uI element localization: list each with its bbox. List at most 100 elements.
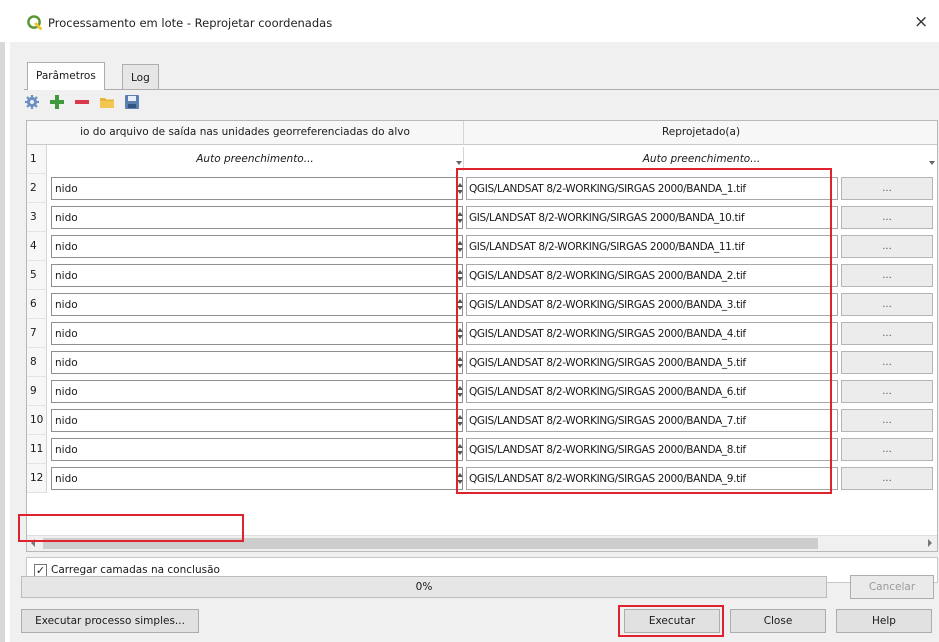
browse-output-button[interactable]: ... (841, 351, 933, 374)
chevron-down-icon[interactable] (929, 161, 935, 165)
autofill-reprojected[interactable]: Auto preenchimento... (464, 147, 937, 171)
resolution-input[interactable]: nido (51, 467, 463, 490)
gear-icon[interactable] (24, 94, 40, 110)
output-path-field[interactable]: QGIS/LANDSAT 8/2-WORKING/SIRGAS 2000/BAN… (466, 438, 838, 461)
tab-log[interactable]: Log (122, 64, 159, 90)
run-single-process-button[interactable]: Executar processo simples... (21, 609, 199, 633)
spinbox-arrows-icon[interactable] (455, 380, 464, 403)
row-number: 9 (27, 377, 47, 406)
autofill-resolution[interactable]: Auto preenchimento... (47, 147, 464, 171)
output-path-field[interactable]: QGIS/LANDSAT 8/2-WORKING/SIRGAS 2000/BAN… (466, 467, 838, 490)
browse-output-button[interactable]: ... (841, 293, 933, 316)
table-row: 3 nido GIS/LANDSAT 8/2-WORKING/SIRGAS 2000… (27, 203, 937, 232)
batch-toolbar (24, 93, 140, 111)
output-path-field[interactable]: QGIS/LANDSAT 8/2-WORKING/SIRGAS 2000/BAN… (466, 264, 838, 287)
table-row: 4 nido GIS/LANDSAT 8/2-WORKING/SIRGAS 2000… (27, 232, 937, 261)
qgis-logo-icon (27, 15, 42, 30)
row-number: 3 (27, 203, 47, 232)
resolution-input[interactable]: nido (51, 380, 463, 403)
table-row: 7 nido QGIS/LANDSAT 8/2-WORKING/SIRGAS 200… (27, 319, 937, 348)
output-path-field[interactable]: QGIS/LANDSAT 8/2-WORKING/SIRGAS 2000/BAN… (466, 177, 838, 200)
spinbox-arrows-icon[interactable] (455, 409, 464, 432)
cancel-button[interactable]: Cancelar (850, 575, 934, 599)
output-path-field[interactable]: QGIS/LANDSAT 8/2-WORKING/SIRGAS 2000/BAN… (466, 322, 838, 345)
horizontal-scrollbar[interactable] (27, 535, 937, 551)
batch-dialog: Parâmetros Log io do arquivo de saída na… (10, 42, 939, 642)
row-number: 12 (27, 464, 47, 493)
output-path-field[interactable]: QGIS/LANDSAT 8/2-WORKING/SIRGAS 2000/BAN… (466, 380, 838, 403)
resolution-input[interactable]: nido (51, 351, 463, 374)
spinbox-arrows-icon[interactable] (455, 467, 464, 490)
table-row: 9 nido QGIS/LANDSAT 8/2-WORKING/SIRGAS 200… (27, 377, 937, 406)
scroll-left-icon[interactable] (31, 539, 35, 547)
output-path-field[interactable]: GIS/LANDSAT 8/2-WORKING/SIRGAS 2000/BAND… (466, 235, 838, 258)
browse-output-button[interactable]: ... (841, 235, 933, 258)
remove-row-icon[interactable] (74, 94, 90, 110)
spinbox-arrows-icon[interactable] (455, 177, 464, 200)
table-row: 12 nido QGIS/LANDSAT 8/2-WORKING/SIRGAS 20… (27, 464, 937, 493)
output-path-field[interactable]: QGIS/LANDSAT 8/2-WORKING/SIRGAS 2000/BAN… (466, 409, 838, 432)
tab-parameters[interactable]: Parâmetros (27, 62, 105, 90)
browse-output-button[interactable]: ... (841, 380, 933, 403)
output-path-field[interactable]: QGIS/LANDSAT 8/2-WORKING/SIRGAS 2000/BAN… (466, 351, 838, 374)
close-icon[interactable]: × (914, 12, 928, 32)
row-number: 1 (27, 145, 47, 174)
row-number: 10 (27, 406, 47, 435)
output-path-field[interactable]: QGIS/LANDSAT 8/2-WORKING/SIRGAS 2000/BAN… (466, 293, 838, 316)
spinbox-arrows-icon[interactable] (455, 264, 464, 287)
browse-output-button[interactable]: ... (841, 206, 933, 229)
table-row: 2 nido QGIS/LANDSAT 8/2-WORKING/SIRGAS 200… (27, 174, 937, 203)
resolution-input[interactable]: nido (51, 206, 463, 229)
window-title: Processamento em lote - Reprojetar coord… (48, 16, 333, 30)
table-row: 5 nido QGIS/LANDSAT 8/2-WORKING/SIRGAS 200… (27, 261, 937, 290)
window-left-edge (0, 0, 5, 642)
row-number: 6 (27, 290, 47, 319)
resolution-input[interactable]: nido (51, 322, 463, 345)
close-button[interactable]: Close (730, 609, 826, 633)
load-layers-label: Carregar camadas na conclusão (51, 564, 220, 576)
add-row-icon[interactable] (49, 94, 65, 110)
resolution-input[interactable]: nido (51, 409, 463, 432)
run-button[interactable]: Executar (624, 609, 720, 633)
spinbox-arrows-icon[interactable] (455, 351, 464, 374)
spinbox-arrows-icon[interactable] (455, 322, 464, 345)
row-number: 4 (27, 232, 47, 261)
table-row: 6 nido QGIS/LANDSAT 8/2-WORKING/SIRGAS 200… (27, 290, 937, 319)
spinbox-arrows-icon[interactable] (455, 235, 464, 258)
browse-output-button[interactable]: ... (841, 467, 933, 490)
row-number: 2 (27, 174, 47, 203)
save-icon[interactable] (124, 94, 140, 110)
browse-output-button[interactable]: ... (841, 177, 933, 200)
row-number: 11 (27, 435, 47, 464)
title-bar: Processamento em lote - Reprojetar coord… (0, 0, 939, 42)
browse-output-button[interactable]: ... (841, 264, 933, 287)
chevron-down-icon[interactable] (456, 161, 462, 165)
resolution-input[interactable]: nido (51, 293, 463, 316)
scroll-right-icon[interactable] (928, 539, 932, 547)
spinbox-arrows-icon[interactable] (455, 293, 464, 316)
spinbox-arrows-icon[interactable] (455, 438, 464, 461)
progress-bar: 0% (21, 576, 827, 598)
scrollbar-thumb[interactable] (43, 538, 818, 549)
browse-output-button[interactable]: ... (841, 322, 933, 345)
autofill-row: 1 Auto preenchimento... Auto preenchimen… (27, 145, 937, 174)
row-number: 5 (27, 261, 47, 290)
resolution-input[interactable]: nido (51, 177, 463, 200)
help-button[interactable]: Help (836, 609, 932, 633)
resolution-input[interactable]: nido (51, 438, 463, 461)
spinbox-arrows-icon[interactable] (455, 206, 464, 229)
table-row: 8 nido QGIS/LANDSAT 8/2-WORKING/SIRGAS 200… (27, 348, 937, 377)
batch-parameters-table: io do arquivo de saída nas unidades geor… (26, 120, 938, 552)
browse-output-button[interactable]: ... (841, 409, 933, 432)
resolution-input[interactable]: nido (51, 235, 463, 258)
table-row: 11 nido QGIS/LANDSAT 8/2-WORKING/SIRGAS 20… (27, 435, 937, 464)
row-number: 7 (27, 319, 47, 348)
browse-output-button[interactable]: ... (841, 438, 933, 461)
column-header-reprojected[interactable]: Reprojetado(a) (464, 121, 937, 145)
row-number: 8 (27, 348, 47, 377)
resolution-input[interactable]: nido (51, 264, 463, 287)
column-header-resolution[interactable]: io do arquivo de saída nas unidades geor… (27, 121, 464, 145)
table-row: 10 nido QGIS/LANDSAT 8/2-WORKING/SIRGAS 20… (27, 406, 937, 435)
output-path-field[interactable]: GIS/LANDSAT 8/2-WORKING/SIRGAS 2000/BAND… (466, 206, 838, 229)
open-folder-icon[interactable] (99, 94, 115, 110)
